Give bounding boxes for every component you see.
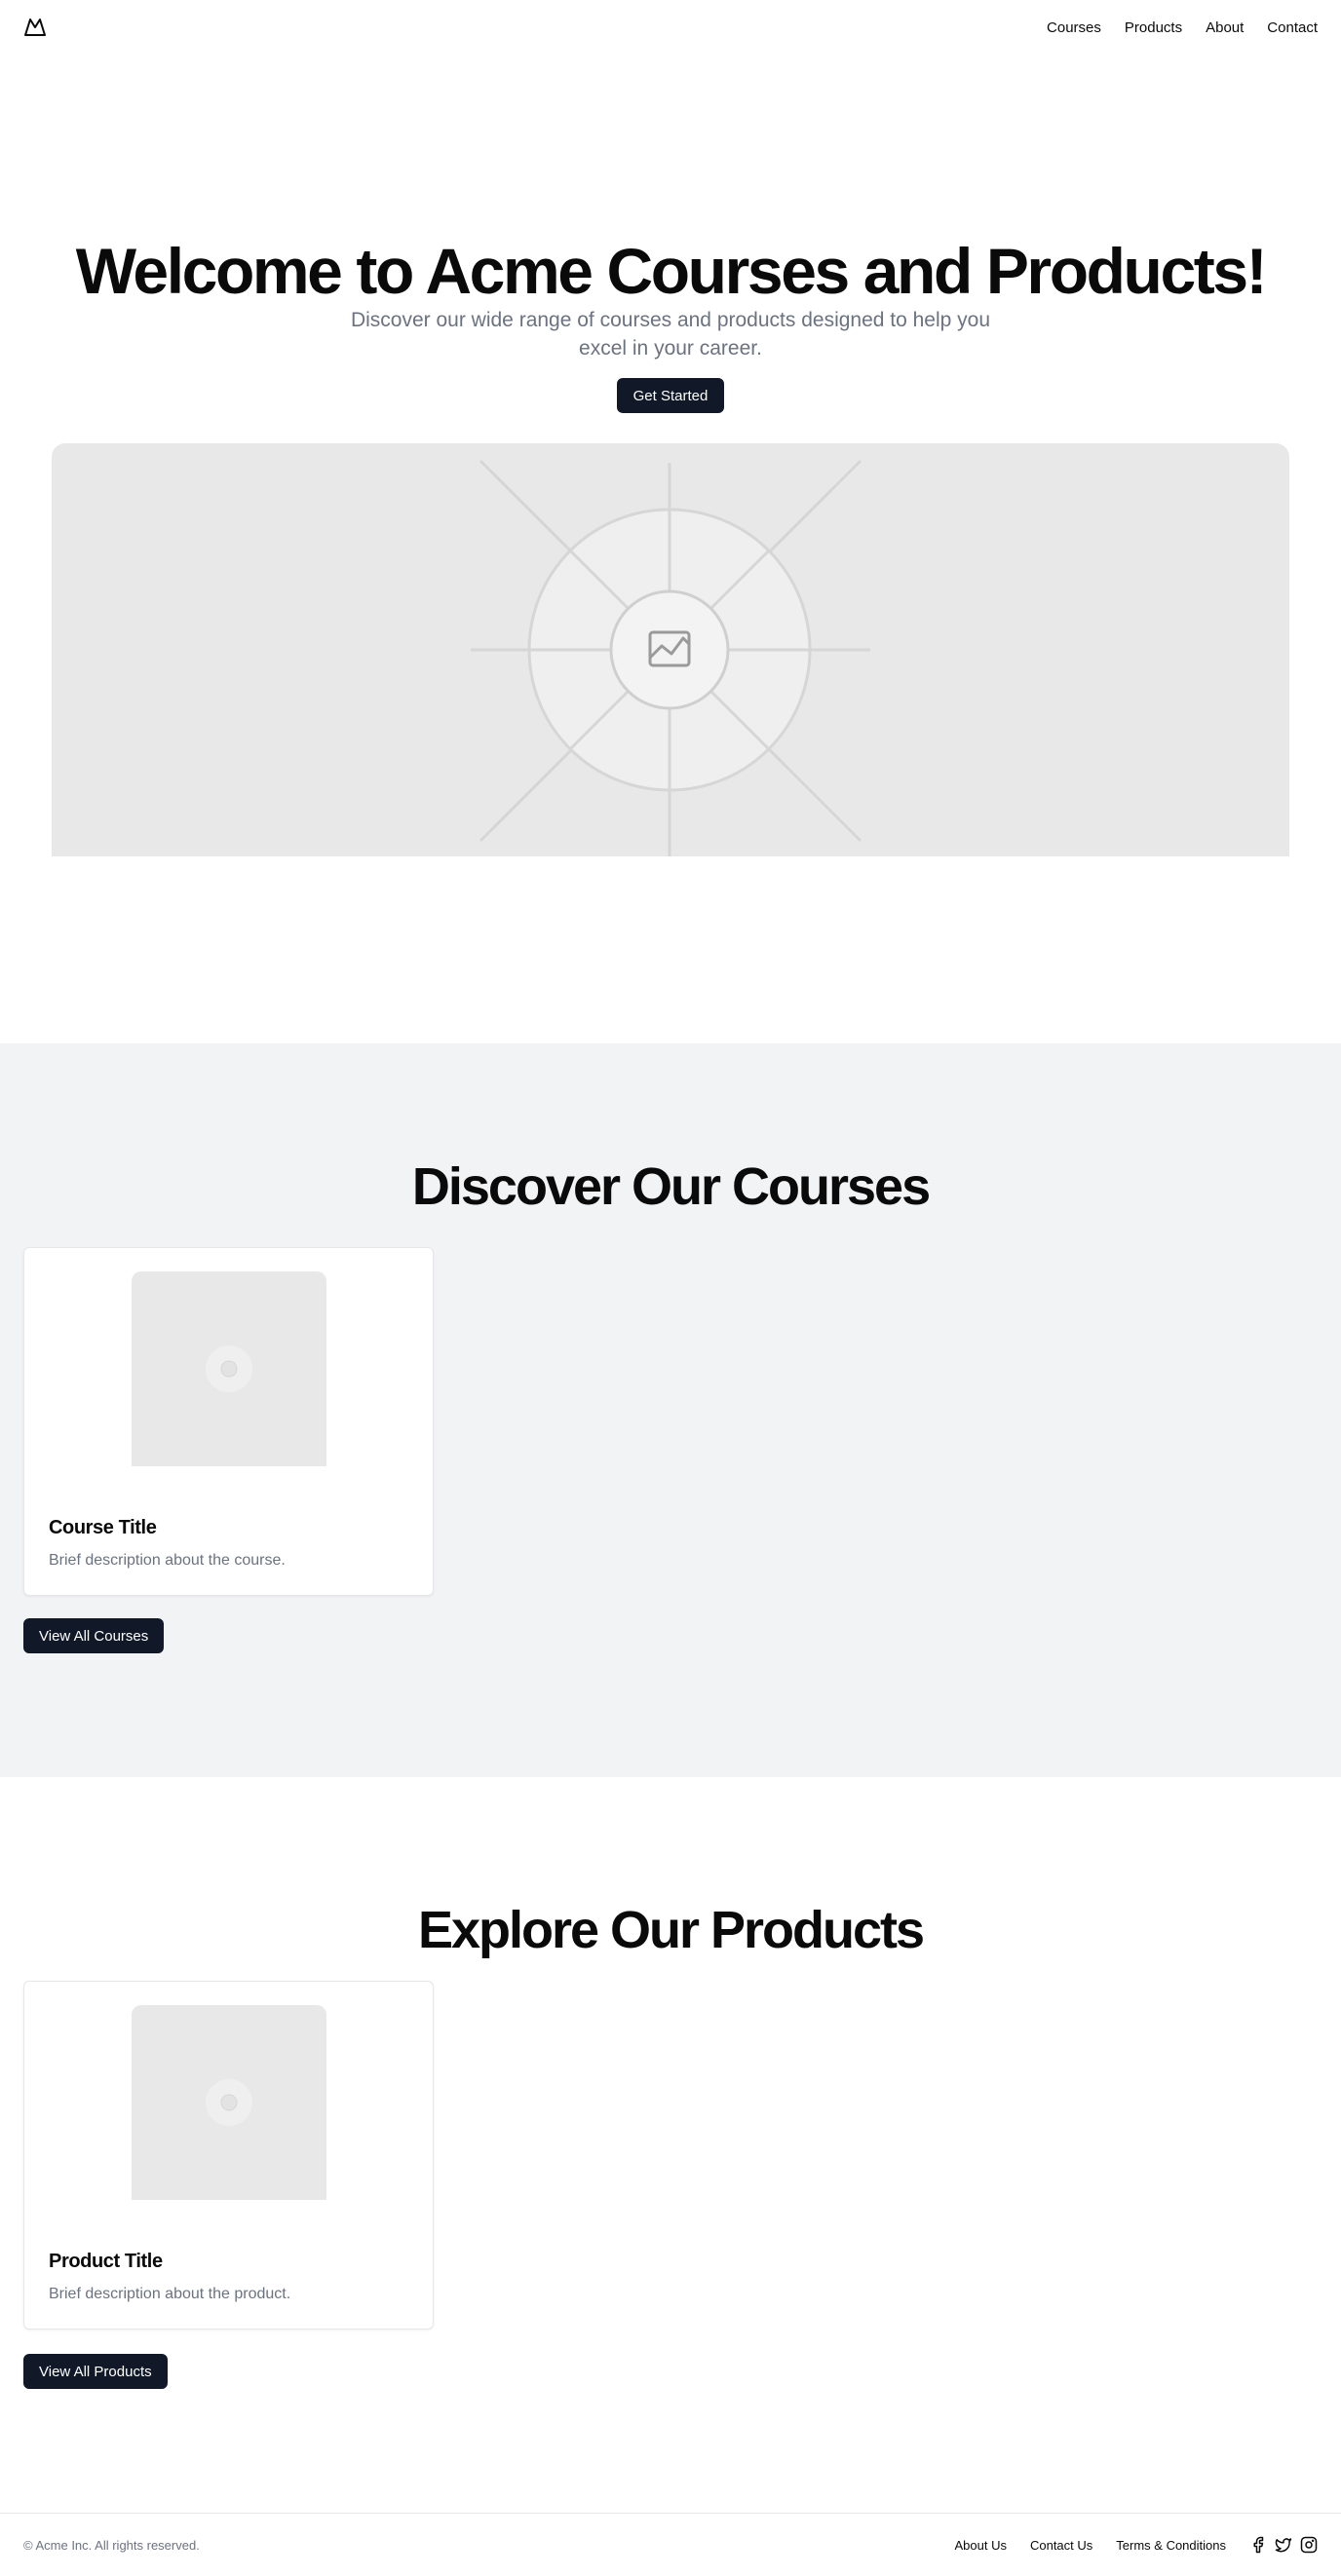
hero-title: Welcome to Acme Courses and Products!: [75, 235, 1268, 307]
view-all-products-button[interactable]: View All Products: [23, 2354, 168, 2389]
courses-section: Discover Our Courses Course Title Brief …: [0, 1043, 1341, 1777]
courses-title: Discover Our Courses: [411, 1157, 931, 1216]
social-links: [1249, 2536, 1318, 2554]
products-section: Explore Our Products Product Title Brief…: [0, 1777, 1341, 2513]
view-all-courses-button[interactable]: View All Courses: [23, 1618, 165, 1653]
product-card-title: Product Title: [49, 2251, 163, 2272]
placeholder-image-icon: [206, 1345, 252, 1392]
site-footer: © Acme Inc. All rights reserved. About U…: [0, 2513, 1341, 2576]
footer-terms-link[interactable]: Terms & Conditions: [1116, 2538, 1226, 2553]
instagram-icon[interactable]: [1300, 2536, 1318, 2554]
footer-about-us-link[interactable]: About Us: [954, 2538, 1006, 2553]
product-card[interactable]: Product Title Brief description about th…: [23, 1981, 434, 2330]
hero-section: Welcome to Acme Courses and Products! Di…: [0, 0, 1341, 1043]
course-card-description: Brief description about the course.: [49, 1552, 286, 1569]
products-title: Explore Our Products: [417, 1901, 925, 1959]
footer-contact-us-link[interactable]: Contact Us: [1030, 2538, 1092, 2553]
twitter-icon[interactable]: [1275, 2536, 1292, 2554]
course-card-title: Course Title: [49, 1517, 157, 1538]
placeholder-image-icon: [471, 459, 870, 856]
product-image: [132, 2005, 326, 2200]
footer-right: About Us Contact Us Terms & Conditions: [954, 2536, 1318, 2554]
course-image: [132, 1271, 326, 1466]
hero-image: [52, 443, 1289, 856]
get-started-button[interactable]: Get Started: [617, 378, 724, 413]
course-card[interactable]: Course Title Brief description about the…: [23, 1247, 434, 1596]
hero-subtitle: Discover our wide range of courses and p…: [350, 309, 991, 360]
copyright-text: © Acme Inc. All rights reserved.: [23, 2537, 200, 2553]
product-card-description: Brief description about the product.: [49, 2286, 291, 2302]
facebook-icon[interactable]: [1249, 2536, 1267, 2554]
footer-links: About Us Contact Us Terms & Conditions: [954, 2538, 1226, 2553]
placeholder-image-icon: [206, 2079, 252, 2126]
